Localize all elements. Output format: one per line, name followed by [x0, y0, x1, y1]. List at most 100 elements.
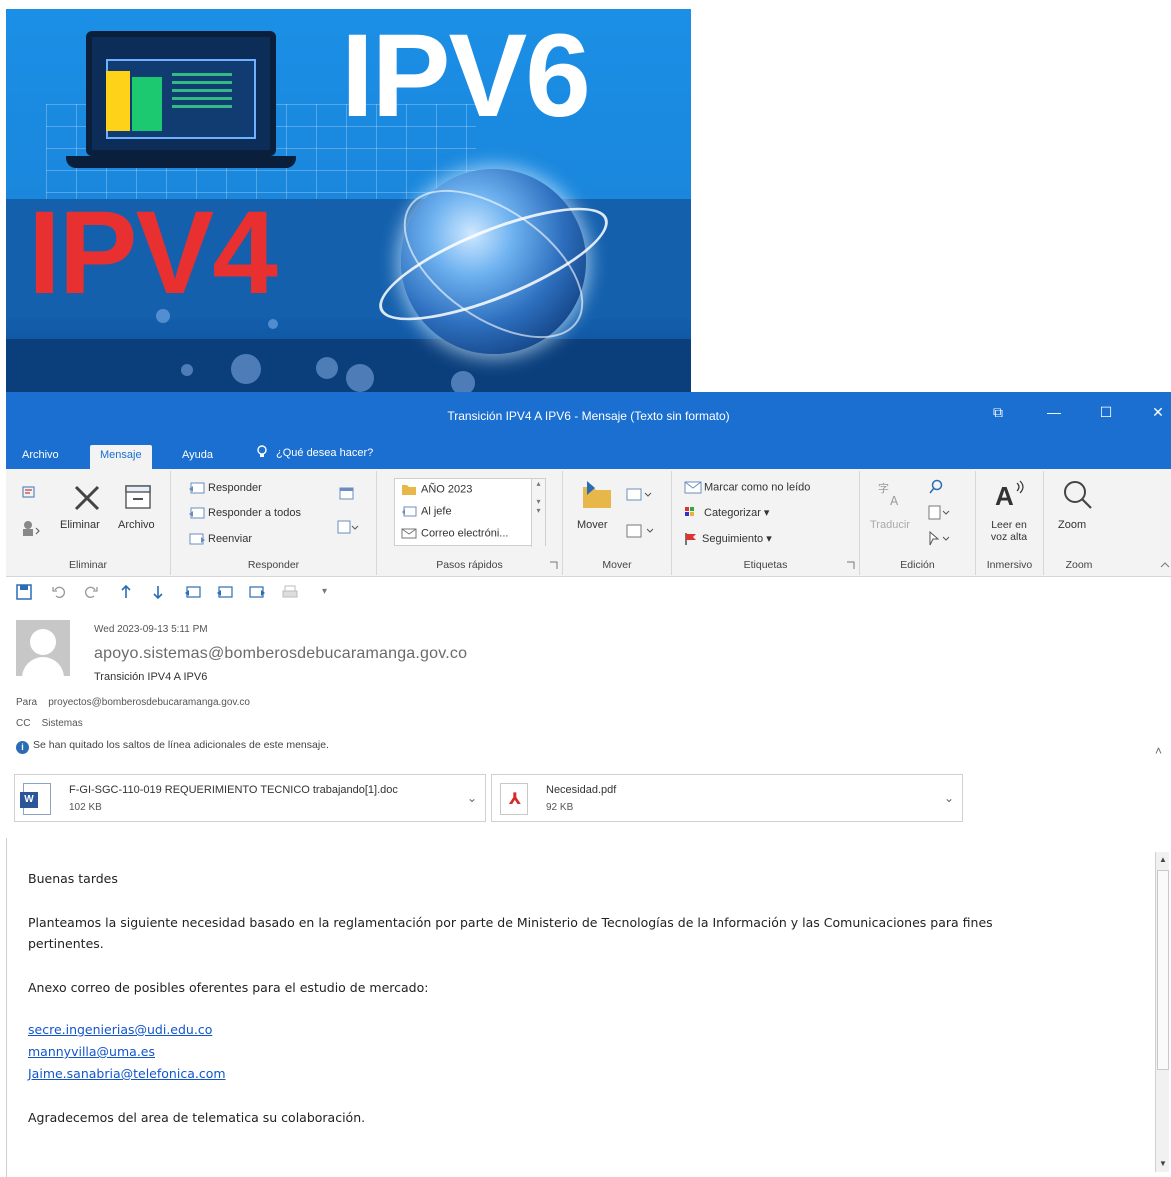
- forward-label: Reenviar: [208, 532, 253, 545]
- flag-icon: [685, 533, 696, 546]
- tab-ayuda[interactable]: Ayuda: [172, 445, 223, 469]
- message-cc-row: CC Sistemas: [16, 718, 83, 729]
- tab-archivo[interactable]: Archivo: [12, 445, 69, 469]
- message-subject: Transición IPV4 A IPV6: [94, 671, 208, 683]
- minimize-icon[interactable]: —: [1042, 404, 1066, 420]
- collapse-ribbon-icon[interactable]: [1160, 561, 1170, 569]
- read-aloud-icon[interactable]: A: [994, 479, 1026, 511]
- maximize-icon[interactable]: ☐: [1094, 404, 1118, 421]
- group-label: Zoom: [1065, 559, 1093, 571]
- group-edicion: 字A Traducir Edición: [860, 471, 976, 575]
- chevron-down-icon[interactable]: ⌄: [467, 791, 477, 805]
- email-link[interactable]: Jaime.sanabria@telefonica.com: [28, 1066, 226, 1081]
- email-link[interactable]: secre.ingenierias@udi.edu.co: [28, 1022, 212, 1037]
- group-label: Eliminar: [69, 559, 107, 571]
- bubble-decoration: [316, 357, 338, 379]
- meeting-reply-icon[interactable]: [339, 485, 355, 501]
- archive-button[interactable]: Archivo: [118, 519, 155, 531]
- group-responder: Responder Responder a todos Reenviar Res…: [171, 471, 377, 575]
- forward-button[interactable]: Reenviar: [188, 532, 252, 546]
- chevron-down-icon[interactable]: ⌄: [944, 791, 954, 805]
- onenote-icon[interactable]: [625, 523, 655, 539]
- print-icon[interactable]: [282, 584, 298, 600]
- bubble-decoration: [268, 319, 278, 329]
- move-button[interactable]: Mover: [577, 519, 608, 531]
- forward-icon[interactable]: [248, 584, 266, 600]
- info-bar[interactable]: i Se han quitado los saltos de línea adic…: [16, 739, 329, 754]
- to-label: Para: [16, 697, 38, 708]
- junk-icon[interactable]: [20, 519, 42, 537]
- cc-recipient[interactable]: Sistemas: [42, 718, 83, 729]
- archive-icon[interactable]: [124, 483, 152, 511]
- follow-up-button[interactable]: Seguimiento ▾: [684, 532, 772, 546]
- attachment-word[interactable]: W F-GI-SGC-110-019 REQUERIMIENTO TECNICO…: [14, 774, 486, 822]
- quick-step-label: Correo electróni...: [421, 527, 509, 540]
- rules-icon[interactable]: [625, 487, 653, 503]
- ribbon-tab-bar: Archivo Mensaje Ayuda ¿Qué desea hacer?: [6, 438, 1171, 469]
- reply-all-button[interactable]: Responder a todos: [188, 506, 301, 520]
- scrollbar-thumb[interactable]: [1157, 870, 1169, 1070]
- collapse-header-icon[interactable]: ˄: [1155, 744, 1162, 758]
- save-icon[interactable]: [16, 584, 32, 600]
- zoom-button[interactable]: Zoom: [1058, 519, 1086, 531]
- ignore-icon[interactable]: [20, 483, 38, 501]
- svg-text:字: 字: [878, 481, 889, 495]
- banner-ipv6-text: IPV6: [341, 10, 591, 142]
- categorize-icon: [685, 507, 694, 517]
- reply-icon[interactable]: [184, 584, 202, 600]
- quick-access-toolbar: ▾: [6, 580, 566, 608]
- previous-item-icon[interactable]: [120, 584, 132, 600]
- reply-button[interactable]: Responder: [188, 481, 262, 495]
- move-folder-icon[interactable]: [579, 479, 615, 511]
- info-text: Se han quitado los saltos de línea adici…: [33, 739, 329, 751]
- body-scrollbar[interactable]: ▲ ▼: [1155, 852, 1169, 1172]
- email-link[interactable]: mannyvilla@uma.es: [28, 1044, 155, 1059]
- attachment-size: 102 KB: [69, 802, 102, 813]
- info-icon: i: [16, 741, 29, 754]
- globe-illustration: [366, 160, 621, 368]
- message-to-row: Para proyectos@bomberosdebucaramanga.gov…: [16, 697, 250, 708]
- quick-steps-gallery[interactable]: AÑO 2023 Al jefe Correo electróni... ▴ ▾ ▾: [394, 478, 546, 547]
- reply-all-icon[interactable]: [216, 584, 234, 600]
- select-icon[interactable]: [928, 531, 950, 547]
- delete-x-icon[interactable]: [70, 481, 104, 515]
- translate-icon[interactable]: 字A: [876, 479, 906, 509]
- group-label: Edición: [900, 559, 935, 571]
- svg-text:A: A: [995, 481, 1014, 511]
- scroll-up-icon[interactable]: ▲: [1156, 852, 1170, 868]
- ipv4-ipv6-banner-image: IPV6 IPV4: [6, 9, 691, 392]
- customize-toolbar-icon[interactable]: ▾: [322, 586, 327, 597]
- mark-unread-button[interactable]: Marcar como no leído: [684, 481, 810, 494]
- quick-step-correo[interactable]: Correo electróni...: [401, 527, 508, 540]
- read-aloud-button[interactable]: Leer en voz alta: [984, 519, 1034, 543]
- zoom-magnifier-icon[interactable]: [1062, 479, 1094, 511]
- undo-icon[interactable]: [52, 584, 66, 600]
- attachment-name: Necesidad.pdf: [546, 784, 617, 796]
- find-icon[interactable]: [928, 479, 944, 495]
- group-pasos-rapidos: AÑO 2023 Al jefe Correo electróni... ▴ ▾ ▾…: [377, 471, 563, 575]
- tell-me-search[interactable]: ¿Qué desea hacer?: [256, 445, 373, 459]
- related-icon[interactable]: [928, 505, 950, 521]
- svg-text:A: A: [890, 494, 899, 508]
- categorize-button[interactable]: Categorizar ▾: [684, 506, 769, 520]
- to-recipient[interactable]: proyectos@bomberosdebucaramanga.gov.co: [48, 697, 250, 708]
- body-paragraph1-line2: pertinentes.: [28, 936, 104, 951]
- close-icon[interactable]: ✕: [1146, 404, 1170, 421]
- attachment-pdf[interactable]: ⅄ Necesidad.pdf 92 KB ⌄: [491, 774, 963, 822]
- next-item-icon[interactable]: [152, 584, 164, 600]
- scroll-down-icon[interactable]: ▼: [1156, 1156, 1170, 1172]
- quick-step-ano-2023[interactable]: AÑO 2023: [401, 483, 472, 496]
- delete-button[interactable]: Eliminar: [60, 519, 100, 531]
- quick-steps-scrollbar[interactable]: ▴ ▾ ▾: [531, 479, 545, 547]
- cc-label: CC: [16, 718, 31, 729]
- attachment-name: F-GI-SGC-110-019 REQUERIMIENTO TECNICO t…: [69, 784, 398, 796]
- redo-icon[interactable]: [84, 584, 98, 600]
- quick-step-al-jefe[interactable]: Al jefe: [401, 505, 452, 518]
- group-etiquetas: Marcar como no leído Categorizar ▾ Segui…: [672, 471, 860, 575]
- translate-button[interactable]: Traducir: [870, 519, 910, 531]
- more-respond-icon[interactable]: [337, 519, 359, 535]
- tab-mensaje[interactable]: Mensaje: [90, 445, 152, 469]
- message-date: Wed 2023-09-13 5:11 PM: [94, 624, 208, 635]
- ribbon-display-options-icon[interactable]: ⧉: [986, 404, 1010, 421]
- message-sender[interactable]: apoyo.sistemas@bomberosdebucaramanga.gov…: [94, 645, 467, 663]
